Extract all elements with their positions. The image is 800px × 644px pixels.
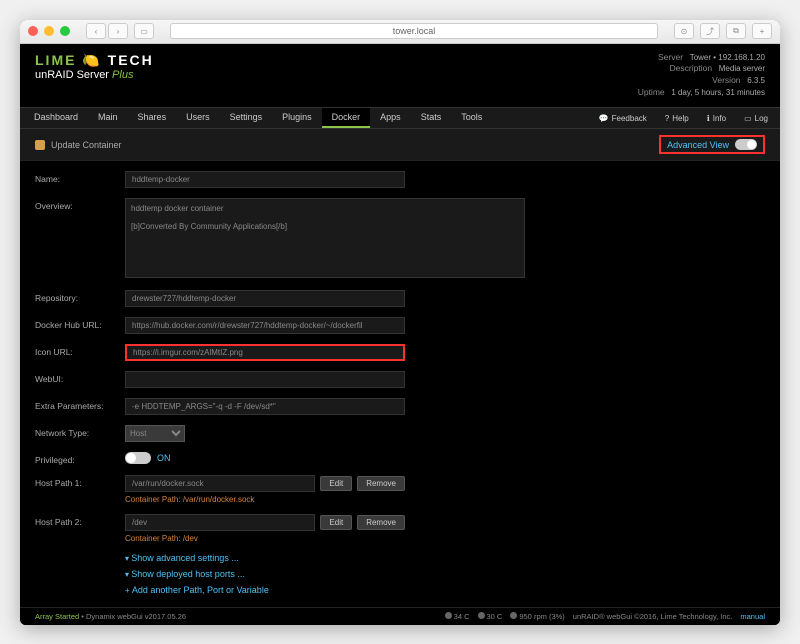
- fan-rpm: 950 rpm (3%): [510, 612, 564, 621]
- footer: Array Started • Dynamix webGui v2017.05.…: [20, 607, 780, 625]
- titlebar: ‹ › ▭ tower.local ⊙ ⤴ ⧉ +: [20, 20, 780, 44]
- back-button[interactable]: ‹: [86, 23, 106, 39]
- log-button[interactable]: ▭ Log: [736, 108, 776, 128]
- minimize-icon[interactable]: [44, 26, 54, 36]
- icon-url-input[interactable]: [125, 344, 405, 361]
- nav-buttons: ‹ ›: [86, 23, 128, 39]
- header: LIME 🍋 TECH unRAID Server Plus Server To…: [20, 44, 780, 108]
- maximize-icon[interactable]: [60, 26, 70, 36]
- network-label: Network Type:: [35, 425, 125, 438]
- copyright: unRAID® webGui ©2016, Lime Technology, I…: [573, 612, 733, 621]
- forward-button[interactable]: ›: [108, 23, 128, 39]
- tab-plugins[interactable]: Plugins: [272, 108, 322, 128]
- add-path-link[interactable]: Add another Path, Port or Variable: [125, 585, 765, 595]
- manual-link[interactable]: manual: [740, 612, 765, 621]
- traffic-lights: [28, 26, 70, 36]
- repo-label: Repository:: [35, 290, 125, 303]
- subheader: Update Container Advanced View: [20, 129, 780, 161]
- tab-docker[interactable]: Docker: [322, 108, 371, 128]
- info-button[interactable]: ℹ Info: [699, 108, 734, 128]
- extra-label: Extra Parameters:: [35, 398, 125, 411]
- host1-edit-button[interactable]: Edit: [320, 476, 352, 491]
- toggle-icon[interactable]: [735, 139, 757, 150]
- page-content: LIME 🍋 TECH unRAID Server Plus Server To…: [20, 44, 780, 625]
- add-tab-icon[interactable]: +: [752, 23, 772, 39]
- overview-label: Overview:: [35, 198, 125, 211]
- show-ports-link[interactable]: Show deployed host ports ...: [125, 569, 765, 579]
- container-form: Name: Overview: hddtemp docker container…: [20, 161, 780, 611]
- tab-users[interactable]: Users: [176, 108, 220, 128]
- icon-url-label: Icon URL:: [35, 344, 125, 357]
- name-label: Name:: [35, 171, 125, 184]
- tab-apps[interactable]: Apps: [370, 108, 411, 128]
- tab-dashboard[interactable]: Dashboard: [24, 108, 88, 128]
- host1-container-path: Container Path: /var/run/docker.sock: [125, 495, 405, 504]
- page-title: Update Container: [51, 140, 122, 150]
- feedback-button[interactable]: 💬 Feedback: [591, 108, 655, 128]
- sidebar-icon[interactable]: ▭: [134, 23, 154, 39]
- logo: LIME 🍋 TECH unRAID Server Plus: [35, 52, 154, 81]
- host1-input[interactable]: [125, 475, 315, 492]
- help-button[interactable]: ? Help: [657, 108, 697, 128]
- webui-label: WebUI:: [35, 371, 125, 384]
- temp1: 34 C: [445, 612, 470, 621]
- reader-icon[interactable]: ⊙: [674, 23, 694, 39]
- network-select[interactable]: Host: [125, 425, 185, 442]
- container-icon: [35, 140, 45, 150]
- browser-window: ‹ › ▭ tower.local ⊙ ⤴ ⧉ + LIME 🍋 TECH un…: [20, 20, 780, 625]
- tab-main[interactable]: Main: [88, 108, 128, 128]
- host2-remove-button[interactable]: Remove: [357, 515, 405, 530]
- extra-input[interactable]: [125, 398, 405, 415]
- tab-stats[interactable]: Stats: [411, 108, 452, 128]
- repo-input[interactable]: [125, 290, 405, 307]
- share-icon[interactable]: ⤴: [700, 23, 720, 39]
- hub-label: Docker Hub URL:: [35, 317, 125, 330]
- advanced-view-toggle[interactable]: Advanced View: [659, 135, 765, 154]
- hub-input[interactable]: [125, 317, 405, 334]
- host1-remove-button[interactable]: Remove: [357, 476, 405, 491]
- priv-label: Privileged:: [35, 452, 125, 465]
- host2-label: Host Path 2:: [35, 514, 125, 527]
- webui-input[interactable]: [125, 371, 405, 388]
- close-icon[interactable]: [28, 26, 38, 36]
- temp2: 30 C: [478, 612, 503, 621]
- server-info: Server Tower • 192.168.1.20 Description …: [638, 52, 765, 100]
- host2-container-path: Container Path: /dev: [125, 534, 405, 543]
- host2-input[interactable]: [125, 514, 315, 531]
- host2-edit-button[interactable]: Edit: [320, 515, 352, 530]
- url-bar[interactable]: tower.local: [170, 23, 658, 39]
- overview-textarea[interactable]: hddtemp docker container [b]Converted By…: [125, 198, 525, 278]
- array-status: Array Started • Dynamix webGui v2017.05.…: [35, 612, 186, 621]
- host1-label: Host Path 1:: [35, 475, 125, 488]
- tab-settings[interactable]: Settings: [220, 108, 273, 128]
- name-input[interactable]: [125, 171, 405, 188]
- privileged-toggle[interactable]: [125, 452, 151, 464]
- tab-tools[interactable]: Tools: [451, 108, 492, 128]
- tabs-icon[interactable]: ⧉: [726, 23, 746, 39]
- show-advanced-link[interactable]: Show advanced settings ...: [125, 553, 765, 563]
- main-tabs: Dashboard Main Shares Users Settings Plu…: [20, 107, 780, 129]
- tab-shares[interactable]: Shares: [128, 108, 177, 128]
